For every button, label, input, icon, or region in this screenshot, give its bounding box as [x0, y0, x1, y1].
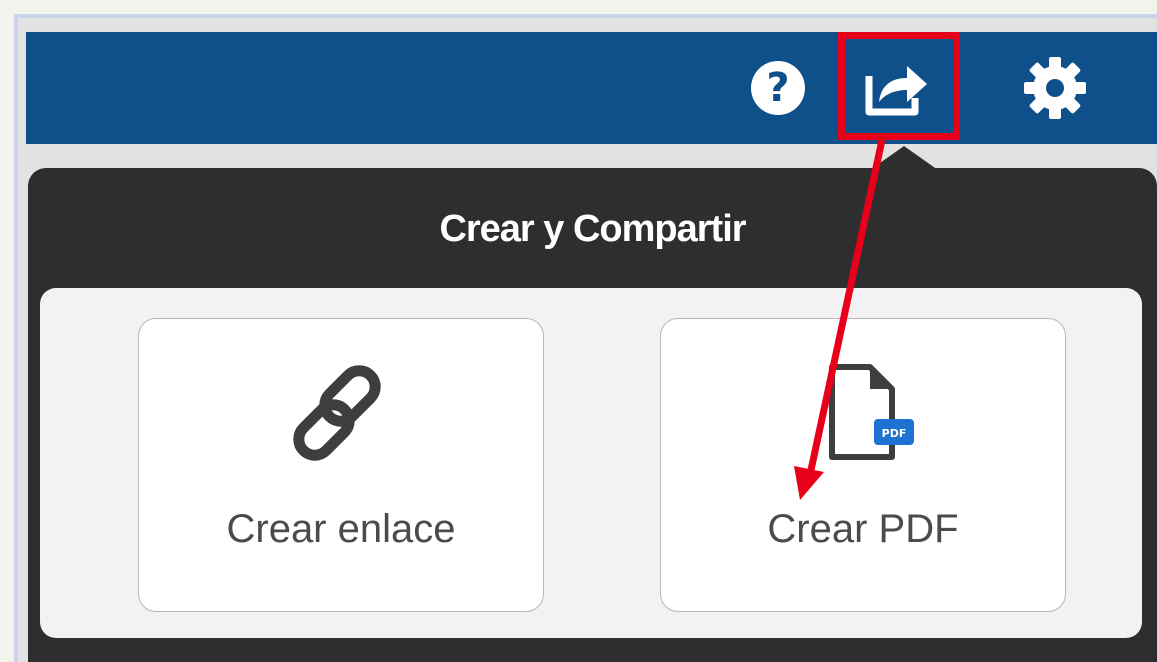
- settings-button[interactable]: [1005, 32, 1105, 144]
- help-button[interactable]: ?: [728, 32, 828, 144]
- share-popover: Crear y Compartir Crear enlace PDF Crear…: [28, 168, 1157, 662]
- top-toolbar: ?: [26, 32, 1157, 144]
- popover-caret: [870, 146, 938, 170]
- share-export-icon: [865, 66, 927, 116]
- create-pdf-option[interactable]: PDF Crear PDF: [660, 318, 1066, 612]
- create-pdf-label: Crear PDF: [767, 507, 959, 551]
- popover-title: Crear y Compartir: [439, 208, 746, 250]
- question-circle-icon: ?: [751, 61, 805, 115]
- link-chain-icon: [293, 365, 381, 461]
- create-link-label: Crear enlace: [226, 507, 456, 551]
- pdf-badge-text: PDF: [882, 427, 907, 440]
- options-panel: Crear enlace PDF Crear PDF: [40, 288, 1142, 638]
- gear-icon: [1024, 57, 1086, 119]
- pdf-file-icon: PDF: [829, 364, 914, 460]
- share-button[interactable]: [848, 32, 948, 144]
- create-link-option[interactable]: Crear enlace: [138, 318, 544, 612]
